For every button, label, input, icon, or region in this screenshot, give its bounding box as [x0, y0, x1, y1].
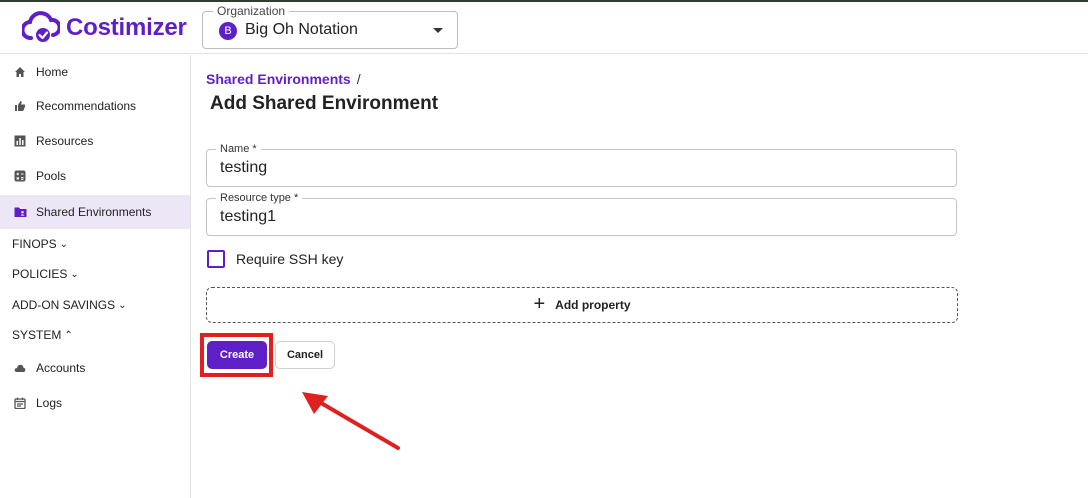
cancel-button[interactable]: Cancel — [275, 341, 335, 369]
organization-select[interactable]: Organization B Big Oh Notation — [202, 4, 458, 49]
name-field[interactable]: Name * testing — [206, 143, 957, 187]
section-add-on-savings[interactable]: ADD-ON SAVINGS ⌄ — [12, 298, 127, 312]
name-field-label: Name * — [216, 143, 261, 155]
chevron-down-icon: ⌄ — [118, 299, 127, 311]
organization-value: Big Oh Notation — [245, 21, 358, 38]
home-icon — [13, 65, 27, 79]
sidebar-item-pools[interactable]: Pools — [0, 159, 190, 193]
add-property-label: Add property — [555, 298, 631, 312]
annotation-arrow-icon — [298, 388, 408, 459]
chevron-up-icon: ⌃ — [64, 329, 73, 341]
sidebar-item-label: Shared Environments — [36, 205, 152, 219]
section-label: ADD-ON SAVINGS — [12, 298, 116, 312]
plus-icon: + — [533, 293, 546, 315]
organization-label: Organization — [213, 4, 290, 18]
sidebar-item-home[interactable]: Home — [0, 55, 190, 89]
resource-type-field[interactable]: Resource type * testing1 — [206, 192, 957, 236]
breadcrumb-separator: / — [356, 71, 361, 87]
sidebar-item-recommendations[interactable]: Recommendations — [0, 89, 190, 123]
resource-type-field-value[interactable]: testing1 — [220, 208, 276, 226]
bar-chart-icon — [13, 134, 27, 148]
calculator-icon — [13, 169, 27, 183]
sidebar-item-label: Home — [36, 65, 69, 79]
sidebar-item-label: Pools — [36, 169, 67, 183]
chevron-down-icon: ⌄ — [70, 268, 79, 280]
organization-avatar: B — [219, 22, 237, 40]
resource-type-field-label: Resource type * — [216, 192, 303, 204]
sidebar-item-label: Resources — [36, 134, 94, 148]
brand-logo[interactable]: Costimizer — [22, 11, 187, 45]
sidebar-item-logs[interactable]: Logs — [0, 386, 190, 420]
header: Costimizer Organization B Big Oh Notatio… — [0, 2, 1088, 54]
require-ssh-key-checkbox[interactable] — [207, 250, 225, 268]
add-property-button[interactable]: + Add property — [206, 287, 958, 323]
sidebar-item-label: Logs — [36, 396, 63, 410]
breadcrumb-link-shared-environments[interactable]: Shared Environments — [206, 71, 351, 87]
caret-down-icon — [433, 28, 443, 33]
sidebar-item-label: Accounts — [36, 361, 86, 375]
highlight-box — [200, 333, 273, 377]
folder-icon — [13, 205, 27, 219]
require-ssh-key-row[interactable]: Require SSH key — [207, 250, 343, 268]
sidebar-item-shared-environments[interactable]: Shared Environments — [0, 195, 190, 229]
page-title: Add Shared Environment — [210, 93, 439, 114]
section-label: FINOPS — [12, 237, 57, 251]
thumbs-up-icon — [13, 99, 27, 113]
name-field-value[interactable]: testing — [220, 159, 267, 177]
section-label: POLICIES — [12, 267, 68, 281]
sidebar-item-accounts[interactable]: Accounts — [0, 351, 190, 385]
section-system[interactable]: SYSTEM ⌃ — [12, 328, 73, 342]
calendar-icon — [13, 396, 27, 410]
breadcrumb: Shared Environments / — [206, 71, 361, 87]
costimizer-logo-icon — [22, 11, 60, 45]
sidebar-item-resources[interactable]: Resources — [0, 124, 190, 158]
sidebar: Home Recommendations Resources Pools Sha… — [0, 55, 191, 498]
cloud-icon — [13, 361, 27, 375]
require-ssh-key-label: Require SSH key — [236, 251, 344, 267]
sidebar-item-label: Recommendations — [36, 99, 137, 113]
section-label: SYSTEM — [12, 328, 62, 342]
chevron-down-icon: ⌄ — [59, 238, 69, 250]
section-policies[interactable]: POLICIES ⌄ — [12, 267, 79, 281]
section-finops[interactable]: FINOPS ⌄ — [12, 237, 68, 251]
brand-name: Costimizer — [66, 14, 187, 41]
